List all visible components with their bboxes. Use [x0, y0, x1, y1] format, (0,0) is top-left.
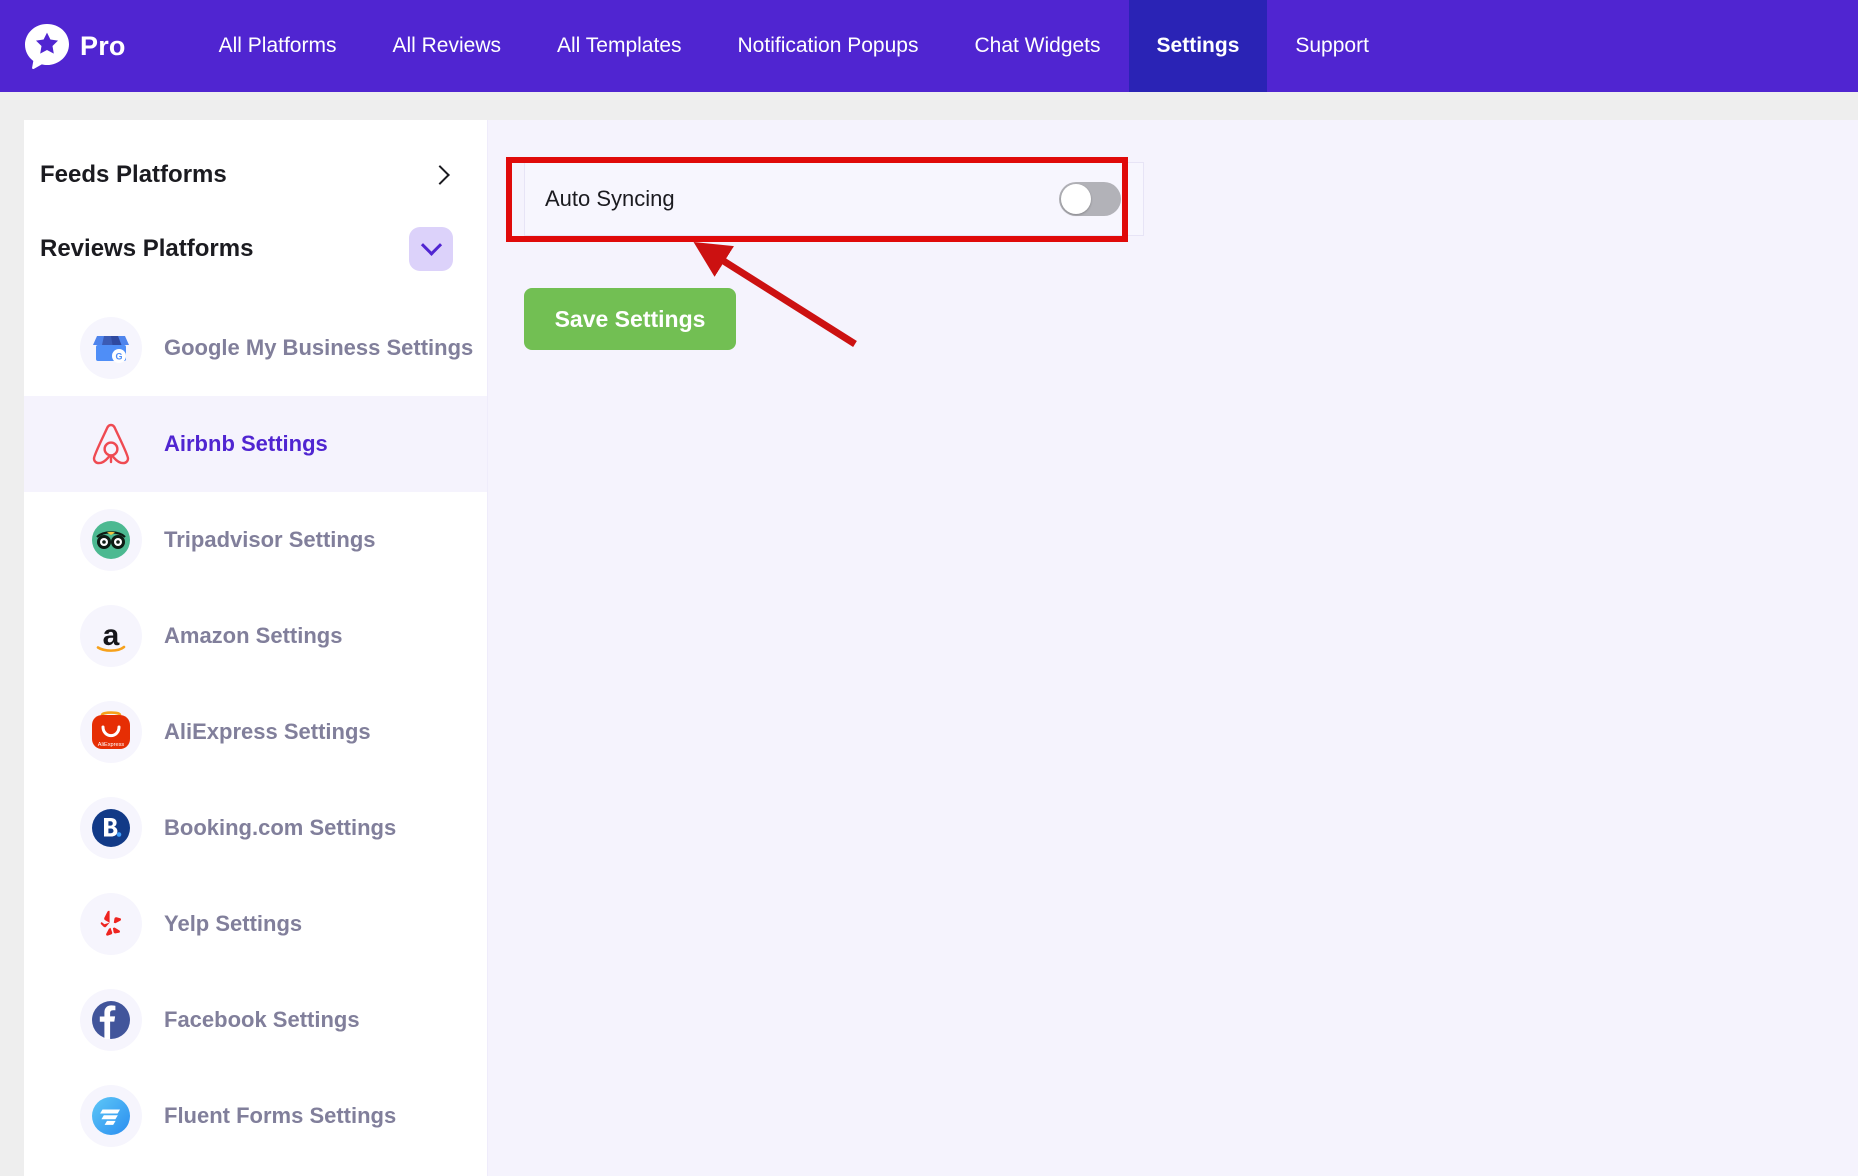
fluent-forms-icon — [80, 1085, 142, 1147]
auto-syncing-toggle[interactable] — [1059, 182, 1121, 216]
amazon-icon: a — [80, 605, 142, 667]
nav-item-settings[interactable]: Settings — [1128, 0, 1268, 92]
sidebar-item-label: Tripadvisor Settings — [164, 527, 376, 552]
google-my-business-icon: G — [80, 317, 142, 379]
auto-syncing-label: Auto Syncing — [545, 186, 675, 211]
sidebar-item-facebook[interactable]: Facebook Settings — [24, 972, 487, 1068]
auto-syncing-row: Auto Syncing — [524, 162, 1144, 236]
brand-logo[interactable]: Pro — [0, 0, 136, 92]
svg-text:AliExpress: AliExpress — [98, 742, 125, 748]
sidebar-section-feeds-platforms[interactable]: Feeds Platforms — [24, 138, 487, 212]
sidebar-item-label: Airbnb Settings — [164, 431, 328, 456]
chevron-down-icon[interactable] — [409, 227, 453, 271]
yelp-icon — [80, 893, 142, 955]
sidebar-item-google-my-business[interactable]: G Google My Business Settings — [24, 300, 487, 396]
star-chat-bubble-logo-icon — [24, 23, 70, 70]
sidebar-section-reviews-platforms[interactable]: Reviews Platforms — [24, 212, 487, 286]
page-body: Feeds Platforms Reviews Platforms G Goog… — [0, 92, 1858, 1176]
brand-name: Pro — [80, 30, 126, 61]
chevron-right-icon[interactable] — [430, 165, 450, 185]
sidebar-item-label: AliExpress Settings — [164, 719, 371, 744]
sidebar-item-label: Yelp Settings — [164, 911, 303, 936]
sidebar-item-airbnb[interactable]: Airbnb Settings — [24, 396, 487, 492]
nav-item-all-reviews[interactable]: All Reviews — [364, 0, 529, 92]
sidebar-item-amazon[interactable]: a Amazon Settings — [24, 588, 487, 684]
sidebar-item-label: Fluent Forms Settings — [164, 1103, 397, 1128]
nav-item-chat-widgets[interactable]: Chat Widgets — [946, 0, 1128, 92]
sidebar-item-fluent-forms[interactable]: Fluent Forms Settings — [24, 1068, 487, 1164]
nav-item-notification-popups[interactable]: Notification Popups — [710, 0, 947, 92]
tripadvisor-icon — [80, 509, 142, 571]
sidebar-item-label: Booking.com Settings — [164, 815, 397, 840]
nav-item-all-platforms[interactable]: All Platforms — [191, 0, 365, 92]
sidebar-item-tripadvisor[interactable]: Tripadvisor Settings — [24, 492, 487, 588]
airbnb-icon — [80, 413, 142, 475]
toggle-knob — [1061, 184, 1091, 214]
sidebar: Feeds Platforms Reviews Platforms G Goog… — [24, 120, 488, 1176]
svg-text:a: a — [103, 619, 120, 652]
sidebar-section-title: Feeds Platforms — [40, 161, 227, 188]
aliexpress-icon: AliExpress — [80, 701, 142, 763]
sidebar-item-label: Google My Business Settings — [164, 335, 474, 360]
sidebar-platform-list: G Google My Business Settings Airbnb Set… — [24, 300, 487, 1164]
sidebar-item-label: Facebook Settings — [164, 1007, 360, 1032]
nav-links: All Platforms All Reviews All Templates … — [191, 0, 1397, 92]
sidebar-item-booking-com[interactable]: Booking.com Settings — [24, 780, 487, 876]
sidebar-section-title: Reviews Platforms — [40, 235, 254, 262]
facebook-icon — [80, 989, 142, 1051]
save-settings-button[interactable]: Save Settings — [524, 288, 736, 350]
nav-item-all-templates[interactable]: All Templates — [529, 0, 710, 92]
main-content: Auto Syncing Save Settings — [488, 120, 1858, 1176]
svg-text:G: G — [115, 352, 122, 362]
sidebar-item-yelp[interactable]: Yelp Settings — [24, 876, 487, 972]
sidebar-item-label: Amazon Settings — [164, 623, 343, 648]
booking-com-icon — [80, 797, 142, 859]
page-container: Feeds Platforms Reviews Platforms G Goog… — [24, 120, 1858, 1176]
top-navigation-bar: Pro All Platforms All Reviews All Templa… — [0, 0, 1858, 92]
sidebar-item-aliexpress[interactable]: AliExpress AliExpress Settings — [24, 684, 487, 780]
nav-item-support[interactable]: Support — [1267, 0, 1397, 92]
